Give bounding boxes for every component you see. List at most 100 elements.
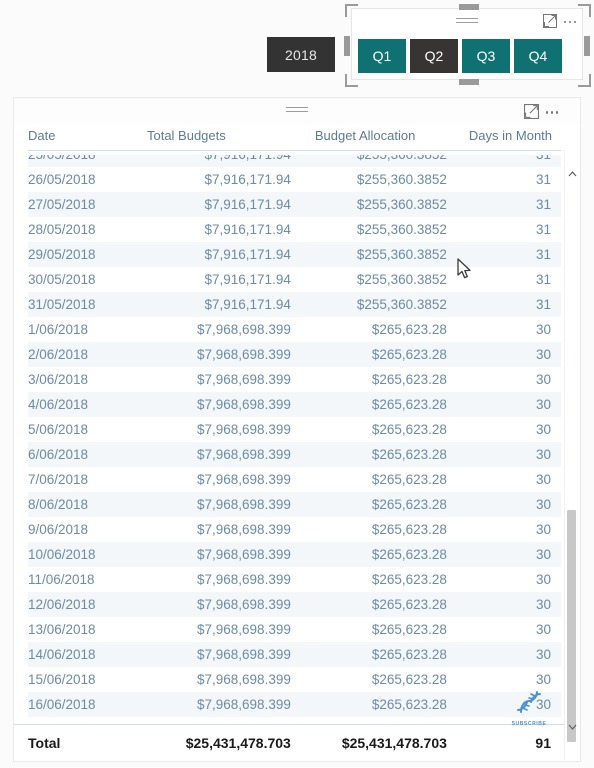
table-row[interactable]: 29/05/2018 $7,916,171.94 $255,360.3852 31 (28, 242, 561, 267)
quarter-button-q1[interactable]: Q1 (358, 39, 406, 73)
table-row[interactable]: 6/06/2018 $7,968,698.399 $265,623.28 30 (28, 442, 561, 467)
quarter-slicer-header-icons (542, 14, 576, 33)
total-budget-allocation: $25,431,478.703 (341, 734, 447, 751)
cell-days-in-month: 30 (456, 592, 561, 617)
table-row[interactable]: 7/06/2018 $7,968,698.399 $265,623.28 30 (28, 467, 561, 492)
cell-total-budgets: $7,968,698.399 (138, 342, 301, 367)
cell-budget-allocation: $265,623.28 (300, 642, 457, 667)
selection-handle-bottom-center[interactable] (459, 79, 479, 85)
table-row[interactable]: 11/06/2018 $7,968,698.399 $265,623.28 30 (28, 567, 561, 592)
chevron-down-icon[interactable] (565, 719, 580, 734)
table-row[interactable]: 26/05/2018 $7,916,171.94 $255,360.3852 31 (28, 167, 561, 192)
cell-days-in-month: 30 (535, 322, 551, 337)
selection-handle-middle-left[interactable] (344, 36, 350, 56)
cell-total-budgets: $7,968,698.399 (138, 542, 301, 567)
table-body: Date Total Budgets Budget Allocation Day… (14, 124, 580, 761)
cell-date: 8/06/2018 (28, 492, 139, 517)
more-options-icon[interactable] (563, 20, 576, 27)
cell-total-budgets: $7,916,171.94 (204, 172, 291, 187)
cell-days-in-month: 30 (456, 342, 561, 367)
table-row[interactable]: 28/05/2018 $7,916,171.94 $255,360.3852 31 (28, 217, 561, 242)
cell-budget-allocation: $265,623.28 (300, 342, 457, 367)
cell-total-budgets: $7,968,698.399 (138, 392, 301, 417)
table-rows-scroll-area[interactable]: 25/05/2018$7,916,171.94$255,360.38523126… (14, 155, 580, 725)
cell-date: 12/06/2018 (28, 592, 139, 617)
cell-days-in-month: 30 (456, 392, 561, 417)
table-row[interactable]: 13/06/2018 $7,968,698.399 $265,623.28 30 (28, 617, 561, 642)
cell-total-budgets: $7,916,171.94 (204, 272, 291, 287)
column-header-days-in-month[interactable]: Days in Month (456, 124, 561, 151)
cell-total-budgets: $7,916,171.94 (204, 222, 291, 237)
selection-handle-bottom-left[interactable] (345, 74, 358, 87)
cell-budget-allocation: $255,360.3852 (300, 155, 457, 167)
table-vertical-scrollbar[interactable] (564, 150, 580, 760)
quarter-slicer-visual[interactable]: Q1 Q2 Q3 Q4 (351, 8, 583, 80)
table-row[interactable]: 30/05/2018 $7,916,171.94 $255,360.3852 31 (28, 267, 561, 292)
focus-mode-icon[interactable] (523, 104, 539, 124)
table-row[interactable]: 3/06/2018 $7,968,698.399 $265,623.28 30 (28, 367, 561, 392)
chevron-up-icon[interactable] (565, 166, 580, 181)
table-visual-header-icons (523, 104, 558, 124)
quarter-button-q4[interactable]: Q4 (514, 39, 562, 73)
year-slicer-button[interactable]: 2018 (267, 37, 335, 72)
cell-date: 30/05/2018 (28, 272, 96, 287)
selection-handle-top-left[interactable] (345, 4, 358, 17)
table-row[interactable]: 10/06/2018 $7,968,698.399 $265,623.28 30 (28, 542, 561, 567)
table-row[interactable]: 16/06/2018 $7,968,698.399 $265,623.28 30 (28, 692, 561, 717)
table-row[interactable]: 31/05/2018 $7,916,171.94 $255,360.3852 31 (28, 292, 561, 317)
drag-handle-icon[interactable] (286, 107, 308, 115)
cell-total-budgets: $7,968,698.399 (138, 642, 301, 667)
table-row[interactable]: 25/05/2018$7,916,171.94$255,360.385231 (28, 155, 561, 167)
quarter-button-q2[interactable]: Q2 (410, 39, 458, 73)
table-row[interactable]: 8/06/2018 $7,968,698.399 $265,623.28 30 (28, 492, 561, 517)
cell-date: 15/06/2018 (28, 672, 96, 687)
cell-days-in-month: 31 (535, 222, 551, 237)
cell-date: 28/05/2018 (28, 222, 96, 237)
dna-helix-icon (517, 691, 541, 713)
cell-budget-allocation: $265,623.28 (300, 692, 457, 717)
quarter-button-q3-label: Q3 (476, 48, 496, 64)
more-options-icon[interactable] (545, 111, 558, 117)
table-row[interactable]: 27/05/2018 $7,916,171.94 $255,360.3852 31 (28, 192, 561, 217)
column-header-budget-allocation[interactable]: Budget Allocation (300, 124, 457, 151)
table-row[interactable]: 9/06/2018 $7,968,698.399 $265,623.28 30 (28, 517, 561, 542)
table-row[interactable]: 4/06/2018 $7,968,698.399 $265,623.28 30 (28, 392, 561, 417)
table-row[interactable]: 2/06/2018 $7,968,698.399 $265,623.28 30 (28, 342, 561, 367)
cell-total-budgets: $7,916,171.94 (138, 242, 301, 267)
cell-date: 14/06/2018 (28, 642, 139, 667)
cell-date: 10/06/2018 (28, 542, 139, 567)
selection-handle-top-right[interactable] (578, 4, 591, 17)
quarter-button-q3[interactable]: Q3 (462, 39, 510, 73)
focus-mode-icon[interactable] (542, 14, 557, 33)
cell-total-budgets: $7,968,698.399 (197, 372, 291, 387)
table-row[interactable]: 12/06/2018 $7,968,698.399 $265,623.28 30 (28, 592, 561, 617)
cell-date: 9/06/2018 (28, 522, 89, 537)
cell-budget-allocation: $255,360.3852 (300, 242, 457, 267)
subscribe-watermark-label: SUBSCRIBE (511, 721, 547, 727)
selection-handle-top-center[interactable] (459, 4, 479, 10)
selection-handle-bottom-right[interactable] (578, 74, 591, 87)
drag-handle-icon[interactable] (456, 18, 478, 26)
table-row[interactable]: 14/06/2018 $7,968,698.399 $265,623.28 30 (28, 642, 561, 667)
column-header-date[interactable]: Date (28, 124, 139, 151)
table-row[interactable]: 15/06/2018 $7,968,698.399 $265,623.28 30 (28, 667, 561, 692)
cell-days-in-month: 31 (535, 272, 551, 287)
cell-days-in-month: 31 (535, 172, 551, 187)
scrollbar-thumb[interactable] (567, 510, 576, 742)
column-header-total-budgets[interactable]: Total Budgets (138, 124, 301, 151)
cell-date: 3/06/2018 (28, 372, 89, 387)
table-row[interactable]: 1/06/2018 $7,968,698.399 $265,623.28 30 (28, 317, 561, 342)
table-row[interactable]: 5/06/2018 $7,968,698.399 $265,623.28 30 (28, 417, 561, 442)
cell-days-in-month: 31 (456, 242, 561, 267)
selection-handle-middle-right[interactable] (584, 36, 590, 56)
cell-budget-allocation: $265,623.28 (300, 492, 457, 517)
cell-total-budgets: $7,916,171.94 (138, 155, 301, 167)
quarter-button-q2-label: Q2 (424, 48, 444, 64)
cell-date: 25/05/2018 (28, 155, 139, 167)
cell-days-in-month: 31 (456, 292, 561, 317)
cell-total-budgets: $7,968,698.399 (197, 472, 291, 487)
cell-date: 7/06/2018 (28, 472, 89, 487)
budget-table-visual: Date Total Budgets Budget Allocation Day… (13, 97, 581, 762)
cell-days-in-month: 30 (535, 372, 551, 387)
cell-date: 16/06/2018 (28, 692, 139, 717)
